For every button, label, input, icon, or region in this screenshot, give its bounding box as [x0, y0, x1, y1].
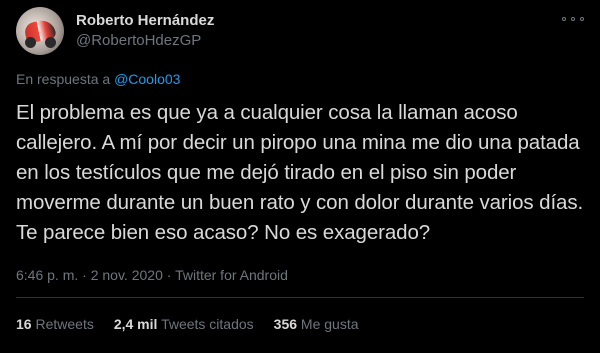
tweet-date[interactable]: 2 nov. 2020: [91, 267, 163, 283]
tweet-time[interactable]: 6:46 p. m.: [16, 267, 78, 283]
reply-context: En respuesta a @Coolo03: [16, 70, 180, 88]
dot-icon: [562, 17, 566, 21]
engagement-stats: 16 Retweets 2,4 mil Tweets citados 356 M…: [16, 315, 379, 333]
tweet-header: Roberto Hernández @RobertoHdezGP: [16, 6, 584, 56]
author-display-name[interactable]: Roberto Hernández: [76, 11, 214, 31]
divider: [16, 297, 584, 298]
tweet-card: Roberto Hernández @RobertoHdezGP En resp…: [0, 0, 600, 353]
retweets-label: Retweets: [35, 316, 94, 332]
wheel-icon: [25, 37, 36, 48]
reply-prefix: En respuesta a: [16, 71, 111, 87]
tweet-text: El problema es que ya a cualquier cosa l…: [16, 101, 584, 244]
dot-icon: [580, 17, 584, 21]
dot-icon: [571, 17, 575, 21]
likes-count: 356: [273, 316, 298, 332]
quote-tweets-label: Tweets citados: [161, 316, 254, 332]
quote-tweets-stat[interactable]: 2,4 mil Tweets citados: [114, 315, 254, 333]
likes-stat[interactable]: 356 Me gusta: [274, 315, 359, 333]
tweet-meta: 6:46 p. m. · 2 nov. 2020 · Twitter for A…: [16, 266, 288, 284]
meta-separator: ·: [166, 267, 172, 283]
wheel-icon: [45, 37, 56, 48]
retweets-count: 16: [16, 316, 32, 332]
author-handle[interactable]: @RobertoHdezGP: [76, 31, 214, 51]
meta-separator: ·: [82, 267, 87, 283]
reply-mention-link[interactable]: @Coolo03: [114, 71, 180, 87]
quote-tweets-count: 2,4 mil: [113, 316, 158, 332]
avatar[interactable]: [16, 7, 64, 55]
more-options-icon[interactable]: [562, 12, 584, 26]
author-names: Roberto Hernández @RobertoHdezGP: [76, 11, 214, 51]
tweet-source[interactable]: Twitter for Android: [175, 267, 288, 283]
likes-label: Me gusta: [300, 316, 359, 332]
retweets-stat[interactable]: 16 Retweets: [16, 315, 94, 333]
